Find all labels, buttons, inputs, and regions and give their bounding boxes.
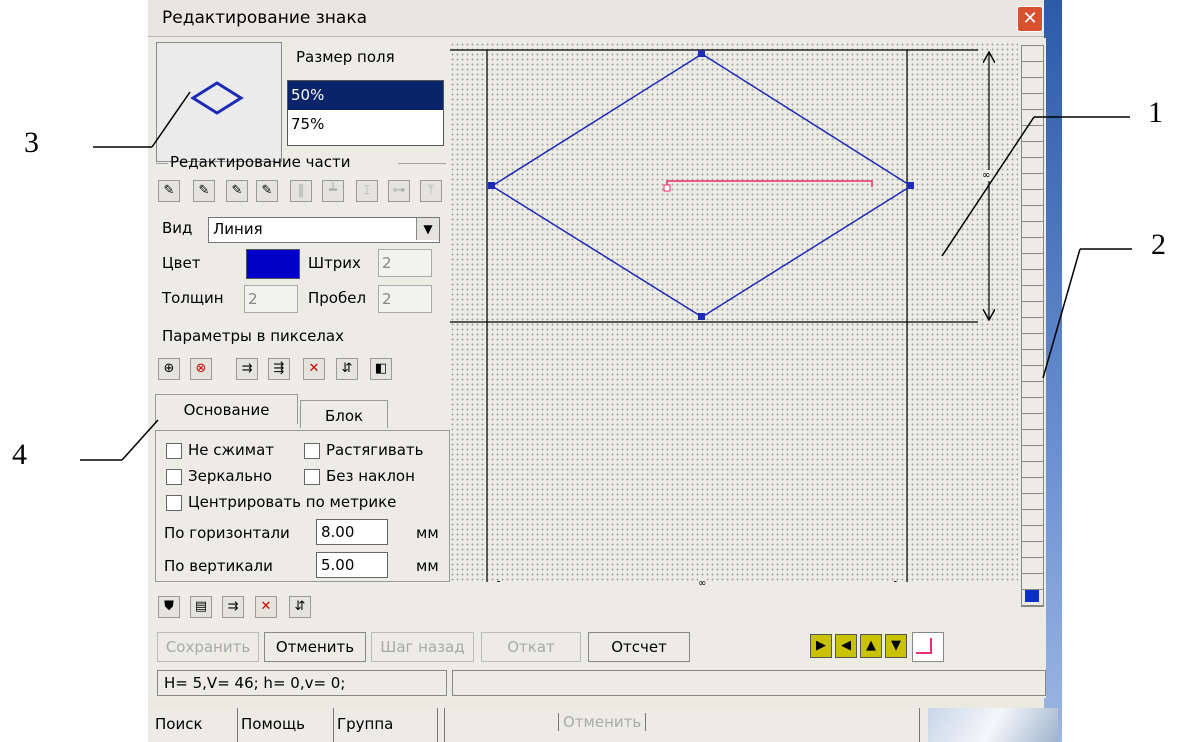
callout-lines <box>80 91 1132 461</box>
callout-3: 3 <box>24 126 39 159</box>
callout-1: 1 <box>1148 96 1163 129</box>
callout-2: 2 <box>1151 228 1166 261</box>
callout-4: 4 <box>12 438 27 471</box>
